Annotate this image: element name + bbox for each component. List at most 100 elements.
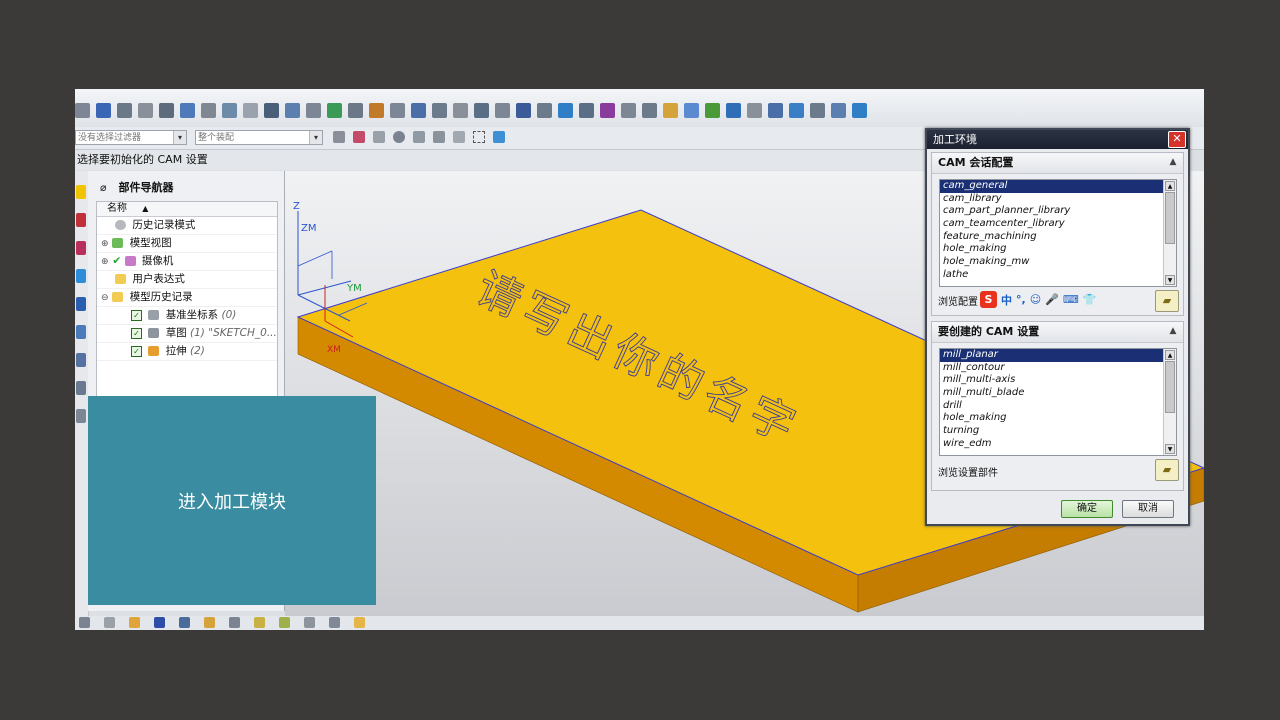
- toolbar-tool-icon[interactable]: [642, 102, 657, 118]
- toolbar-tool-icon[interactable]: [453, 102, 468, 118]
- tree-node-sketch[interactable]: ✓ 草图 (1) "SKETCH_0...: [97, 325, 277, 343]
- ime-voice-icon[interactable]: 🎤: [1045, 293, 1059, 306]
- scroll-thumb[interactable]: [1165, 361, 1175, 413]
- selection-scope-combo[interactable]: 整个装配 ▾: [195, 130, 323, 145]
- cube-icon[interactable]: [493, 131, 505, 143]
- toolbar-tool-icon[interactable]: [516, 102, 531, 118]
- toolbar-tool-icon[interactable]: [369, 102, 384, 118]
- ime-emoji-icon[interactable]: ☺: [1030, 293, 1041, 306]
- measure-icon[interactable]: [204, 617, 215, 628]
- toolbar-tool-icon[interactable]: [390, 102, 405, 118]
- mesh-icon[interactable]: [329, 617, 340, 628]
- list-item[interactable]: hole_making: [940, 243, 1176, 256]
- toolbar-tool-icon[interactable]: [117, 102, 132, 118]
- list-item[interactable]: mill_multi-axis: [940, 374, 1176, 387]
- list-scrollbar[interactable]: ▲ ▼: [1163, 349, 1176, 455]
- part-icon[interactable]: [104, 617, 115, 628]
- cube-icon[interactable]: [254, 617, 265, 628]
- toolbar-tool-icon[interactable]: [264, 102, 279, 118]
- ime-chinese-mode[interactable]: 中: [1001, 292, 1012, 308]
- browse-setup-folder-button[interactable]: ▰: [1155, 459, 1179, 481]
- tree-node-user-expressions[interactable]: 用户表达式: [97, 271, 277, 289]
- assembly-icon[interactable]: [229, 617, 240, 628]
- hourglass-icon[interactable]: [154, 617, 165, 628]
- toolbar-tool-icon[interactable]: [327, 102, 342, 118]
- toolbar-tool-icon[interactable]: [306, 102, 321, 118]
- list-item[interactable]: cam_teamcenter_library: [940, 218, 1176, 231]
- toolbar-tool-icon[interactable]: [138, 102, 153, 118]
- toolbar-tool-icon[interactable]: [558, 102, 573, 118]
- toolbar-tool-icon[interactable]: [201, 102, 216, 118]
- toolbar-tool-icon[interactable]: [180, 102, 195, 118]
- toolbar-tool-icon[interactable]: [474, 102, 489, 118]
- history-icon[interactable]: [76, 325, 86, 339]
- collapse-chevron-icon[interactable]: ▲: [1167, 156, 1179, 168]
- bottle-icon[interactable]: [279, 617, 290, 628]
- scroll-thumb[interactable]: [1165, 192, 1175, 244]
- toolbar-tool-icon[interactable]: [411, 102, 426, 118]
- scroll-up-icon[interactable]: ▲: [1165, 350, 1175, 360]
- list-item[interactable]: lathe: [940, 269, 1176, 282]
- web-browser-icon[interactable]: [76, 297, 86, 311]
- part-navigator-icon[interactable]: [76, 241, 86, 255]
- toolbar-tool-icon[interactable]: [684, 102, 699, 118]
- roles-icon[interactable]: [76, 409, 86, 423]
- tree-node-model-history[interactable]: ⊖ 模型历史记录: [97, 289, 277, 307]
- browse-config-folder-button[interactable]: ▰: [1155, 290, 1179, 312]
- toolbar-tool-icon[interactable]: [726, 102, 741, 118]
- toolbar-tool-icon[interactable]: [285, 102, 300, 118]
- face-icon[interactable]: [304, 617, 315, 628]
- dialog-titlebar[interactable]: 加工环境 ✕: [927, 130, 1188, 149]
- lasso-icon[interactable]: [373, 131, 385, 143]
- toolbar-tool-icon[interactable]: [768, 102, 783, 118]
- constraint-icon[interactable]: [76, 213, 86, 227]
- list-item[interactable]: mill_contour: [940, 362, 1176, 375]
- toolbar-tool-icon[interactable]: [348, 102, 363, 118]
- toolbar-tool-icon[interactable]: [663, 102, 678, 118]
- list-item[interactable]: wire_edm: [940, 438, 1176, 451]
- cam-setup-header[interactable]: 要创建的 CAM 设置 ▲: [932, 322, 1183, 343]
- tree-node-cameras[interactable]: ⊕ ✔ 摄像机: [97, 253, 277, 271]
- sogou-ime-icon[interactable]: S: [980, 291, 997, 308]
- ime-keyboard-icon[interactable]: ⌨: [1063, 293, 1079, 306]
- list-item[interactable]: mill_multi_blade: [940, 387, 1176, 400]
- scroll-down-icon[interactable]: ▼: [1165, 444, 1175, 454]
- tree-node-datum-csys[interactable]: ✓ 基准坐标系 (0): [97, 307, 277, 325]
- toolbar-tool-icon[interactable]: [222, 102, 237, 118]
- cam-setup-list[interactable]: mill_planar mill_contour mill_multi-axis mi…: [939, 348, 1177, 456]
- list-item[interactable]: feature_machining: [940, 231, 1176, 244]
- list-item[interactable]: cam_library: [940, 193, 1176, 206]
- ime-punctuation[interactable]: °,: [1016, 293, 1026, 306]
- name-column-header[interactable]: 名称 ▲: [97, 202, 277, 217]
- list-item[interactable]: turning: [940, 425, 1176, 438]
- toolbar-tool-icon[interactable]: [705, 102, 720, 118]
- box-select-icon[interactable]: [473, 131, 485, 143]
- toolbar-tool-icon[interactable]: [432, 102, 447, 118]
- toolbar-tool-icon[interactable]: [831, 102, 846, 118]
- tree-node-model-views[interactable]: ⊕ 模型视图: [97, 235, 277, 253]
- list-scrollbar[interactable]: ▲ ▼: [1163, 180, 1176, 286]
- select-icon[interactable]: [353, 131, 365, 143]
- list-item[interactable]: cam_general: [940, 180, 1176, 193]
- toolbar-tool-icon[interactable]: [810, 102, 825, 118]
- edge-icon[interactable]: [433, 131, 445, 143]
- scroll-up-icon[interactable]: ▲: [1165, 181, 1175, 191]
- ok-button[interactable]: 确定: [1061, 500, 1113, 518]
- toolbar-tool-icon[interactable]: [747, 102, 762, 118]
- close-icon[interactable]: ✕: [1168, 131, 1186, 148]
- toolbar-tool-icon[interactable]: [159, 102, 174, 118]
- axis-icon[interactable]: [179, 617, 190, 628]
- clock-icon[interactable]: [76, 353, 86, 367]
- edge-blend-icon[interactable]: [354, 617, 365, 628]
- assembly-navigator-icon[interactable]: [76, 185, 86, 199]
- list-item[interactable]: hole_making_mw: [940, 256, 1176, 269]
- system-materials-icon[interactable]: [76, 381, 86, 395]
- tree-node-history-mode[interactable]: 历史记录模式: [97, 217, 277, 235]
- toolbar-tool-icon[interactable]: [621, 102, 636, 118]
- tree-node-extrude[interactable]: ✓ 拉伸 (2): [97, 343, 277, 361]
- expand-icon[interactable]: ⊕: [101, 254, 109, 271]
- toolbar-tool-icon[interactable]: [537, 102, 552, 118]
- pin-icon[interactable]: ⌀: [100, 181, 107, 194]
- cancel-button[interactable]: 取消: [1122, 500, 1174, 518]
- collapse-chevron-icon[interactable]: ▲: [1167, 325, 1179, 337]
